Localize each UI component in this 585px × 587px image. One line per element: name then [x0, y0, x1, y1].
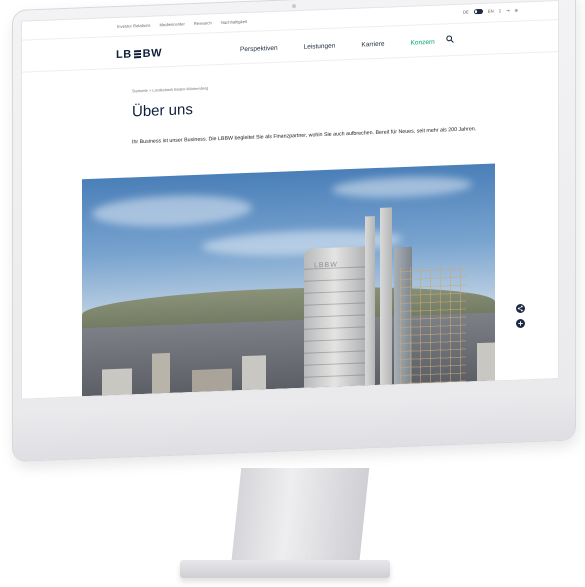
- page-title: Über uns: [132, 101, 193, 121]
- share-icon[interactable]: [516, 304, 525, 313]
- lbbw-logo[interactable]: LB BW: [116, 47, 162, 61]
- logo-text-left: LB: [116, 48, 132, 62]
- monitor-stand-neck: [230, 468, 370, 568]
- logo-bars: [133, 50, 141, 59]
- meta-link-research[interactable]: Research: [194, 20, 212, 26]
- utility-nav: DE EN ▯ ⇥ ⊕: [463, 8, 518, 15]
- scaffolding: [400, 264, 466, 385]
- plus-icon[interactable]: [516, 319, 525, 328]
- contact-icon[interactable]: ▯: [499, 8, 501, 13]
- lang-en[interactable]: EN: [488, 8, 494, 13]
- nav-item-perspektiven[interactable]: Perspektiven: [240, 45, 278, 53]
- logo-text-right: BW: [142, 47, 162, 60]
- tower-sign: LBBW: [314, 261, 338, 270]
- globe-icon[interactable]: ⊕: [514, 8, 518, 13]
- nav-items: Perspektiven Leistungen Karriere Konzern: [240, 39, 435, 53]
- hero-image: LBBW: [82, 163, 495, 397]
- monitor-chin: [13, 387, 575, 461]
- search-icon[interactable]: [446, 35, 454, 45]
- meta-link-nachhaltigkeit[interactable]: Nachhaltigkeit: [221, 19, 247, 25]
- monitor-frame: Investor Relations Medien­center Researc…: [12, 0, 576, 462]
- lang-de[interactable]: DE: [463, 9, 469, 14]
- meta-links: Investor Relations Medien­center Researc…: [117, 19, 247, 29]
- breadcrumb[interactable]: Startseite > Landesbank Baden-Württember…: [132, 86, 208, 93]
- nav-item-karriere[interactable]: Karriere: [361, 41, 384, 49]
- website-screen: Investor Relations Medien­center Researc…: [21, 0, 559, 400]
- meta-link-investor-relations[interactable]: Investor Relations: [117, 23, 151, 29]
- monitor-stand-base: [180, 560, 390, 578]
- login-icon[interactable]: ⇥: [506, 8, 510, 13]
- intro-text: Ihr Business ist unser Business. Die LBB…: [132, 126, 477, 146]
- nav-item-leistungen[interactable]: Leistungen: [304, 43, 336, 51]
- language-toggle[interactable]: [473, 9, 483, 15]
- camera: [292, 4, 296, 9]
- nav-item-konzern[interactable]: Konzern: [411, 39, 435, 47]
- meta-link-mediencenter[interactable]: Medien­center: [160, 21, 185, 27]
